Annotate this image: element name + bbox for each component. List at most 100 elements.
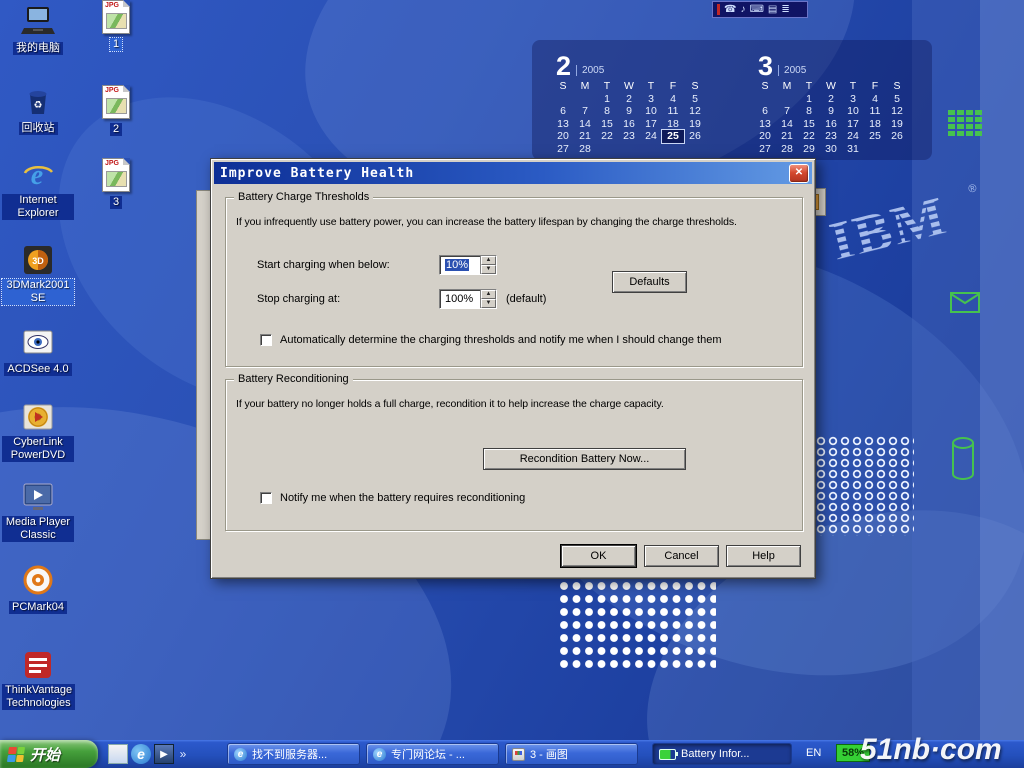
menu-icon[interactable]: ≣ [781, 2, 789, 17]
calendar-day: 26 [886, 130, 908, 143]
dialog-title: Improve Battery Health [217, 166, 414, 181]
calendar-day-header: T [596, 80, 618, 93]
spin-down-icon[interactable]: ▼ [481, 299, 496, 308]
taskbar-task-server-not-found[interactable]: e 找不到服务器... [227, 743, 360, 765]
calendar-day: 14 [776, 118, 798, 131]
dialog-titlebar[interactable]: Improve Battery Health ✕ [214, 162, 812, 184]
calendar-day: 20 [754, 130, 776, 143]
calendar-day-header: S [552, 80, 574, 93]
media-player-classic-icon [21, 480, 55, 514]
stop-charging-value[interactable]: 100% [440, 290, 480, 308]
my-computer-icon [21, 4, 55, 38]
calendar-header: 3 2005 [754, 54, 916, 78]
calendar-day: 10 [640, 105, 662, 118]
calendar-day-header: F [662, 80, 684, 93]
desktop-icon-3dmark2001[interactable]: 3D 3DMark2001 SE [2, 243, 74, 306]
thumbnail-art [106, 13, 127, 29]
calendar-day: 31 [842, 143, 864, 156]
calendar-day: 16 [820, 118, 842, 131]
calendar-day: 23 [820, 130, 842, 143]
file-label: 1 [110, 38, 122, 51]
defaults-button[interactable]: Defaults [612, 271, 687, 293]
calendar-day-header: S [684, 80, 706, 93]
notify-recondition-checkbox-label: Notify me when the battery requires reco… [280, 492, 525, 504]
svg-text:3D: 3D [32, 256, 44, 266]
spin-up-icon[interactable]: ▲ [481, 290, 496, 299]
calendar-day: 10 [842, 105, 864, 118]
desktop-icon-label: Media Player Classic [2, 516, 74, 542]
envelope-icon [950, 292, 980, 313]
media-player-quicklaunch-icon[interactable]: ▶ [154, 744, 174, 764]
file-label: 2 [110, 123, 122, 136]
internet-explorer-icon: e [373, 748, 386, 761]
calendar-day: 21 [574, 130, 596, 143]
spin-down-icon[interactable]: ▼ [481, 265, 496, 274]
ok-button[interactable]: OK [561, 545, 636, 567]
desktop-icon-pcmark04[interactable]: PCMark04 [2, 563, 74, 615]
display-icon[interactable]: ▤ [768, 2, 777, 17]
taskbar-task-battery-information[interactable]: Battery Infor... [652, 743, 792, 765]
thinkvantage-icon [21, 648, 55, 682]
music-icon[interactable]: ♪ [740, 2, 745, 17]
internet-explorer-icon: e [234, 748, 247, 761]
svg-text:e: e [31, 160, 43, 191]
auto-determine-checkbox[interactable] [260, 334, 272, 346]
desktop-icon-thinkvantage[interactable]: ThinkVantage Technologies [2, 648, 74, 711]
start-charging-value[interactable]: 10% [445, 259, 469, 271]
recycle-bin-icon: ♻ [21, 84, 55, 118]
calendar-day: 3 [640, 93, 662, 106]
calendar-february: 2 2005 SMTWTFS12345678910111213141516171… [552, 54, 714, 155]
calendar-day-header: M [776, 80, 798, 93]
calendar-day-header: W [618, 80, 640, 93]
internet-explorer-quicklaunch-icon[interactable]: e [131, 744, 151, 764]
phone-icon[interactable]: ☎ [724, 2, 736, 17]
battery-reconditioning-group: Battery Reconditioning If your battery n… [225, 379, 803, 531]
file-label: 3 [110, 196, 122, 209]
calendar-day: 8 [596, 105, 618, 118]
calendar-day: 30 [820, 143, 842, 156]
calendar-day: 5 [684, 93, 706, 106]
calendar-day: 16 [618, 118, 640, 131]
start-button[interactable]: 开始 [0, 740, 98, 768]
close-button[interactable]: ✕ [789, 164, 809, 183]
battery-icon [659, 749, 676, 760]
recondition-battery-button[interactable]: Recondition Battery Now... [483, 448, 686, 470]
improve-battery-health-dialog: Improve Battery Health ✕ Battery Charge … [210, 158, 816, 579]
desktop-file-2[interactable]: JPG 2 [92, 85, 140, 137]
notify-recondition-checkbox[interactable] [260, 492, 272, 504]
calendar-day [640, 143, 662, 156]
start-charging-spinner[interactable]: 10% ▲ ▼ [439, 255, 497, 275]
show-desktop-icon[interactable] [108, 744, 128, 764]
language-indicator[interactable]: EN [806, 747, 821, 759]
desktop-file-3[interactable]: JPG 3 [92, 158, 140, 210]
cylinder-icon [950, 436, 976, 482]
desktop-file-1[interactable]: JPG 1 [92, 0, 140, 52]
page-fold [123, 158, 130, 165]
taskbar-task-forum[interactable]: e 专门网论坛 - ... [366, 743, 499, 765]
desktop-icon-acdsee[interactable]: ACDSee 4.0 [2, 325, 74, 377]
calendar-day: 23 [618, 130, 640, 143]
desktop-icon-recycle-bin[interactable]: ♻ 回收站 [2, 84, 74, 136]
desktop-icon-powerdvd[interactable]: CyberLink PowerDVD [2, 400, 74, 463]
desktop-icon-label: ACDSee 4.0 [4, 363, 71, 376]
help-button[interactable]: Help [726, 545, 801, 567]
desktop-icon-internet-explorer[interactable]: e Internet Explorer [2, 158, 74, 221]
calendar-header: 2 2005 [552, 54, 714, 78]
calendar-day: 3 [842, 93, 864, 106]
calendar-day: 20 [552, 130, 574, 143]
calendar-day: 4 [864, 93, 886, 106]
keyboard-icon[interactable]: ⌨ [749, 2, 763, 17]
quicklaunch-overflow-chevron[interactable]: » [177, 744, 189, 764]
jpg-badge: JPG [105, 87, 119, 94]
spin-up-icon[interactable]: ▲ [481, 256, 496, 265]
calendar-day [574, 93, 596, 106]
desktop-icon-my-computer[interactable]: 我的电脑 [2, 4, 74, 56]
desktop-icon-media-player-classic[interactable]: Media Player Classic [2, 480, 74, 543]
taskbar-task-paint[interactable]: 3 - 画图 [505, 743, 638, 765]
cancel-button[interactable]: Cancel [644, 545, 719, 567]
calendar-day: 15 [596, 118, 618, 131]
stop-charging-spinner[interactable]: 100% ▲ ▼ [439, 289, 497, 309]
paint-icon [512, 748, 525, 761]
dots-pattern-solid [558, 580, 716, 668]
calendar-day: 1 [798, 93, 820, 106]
